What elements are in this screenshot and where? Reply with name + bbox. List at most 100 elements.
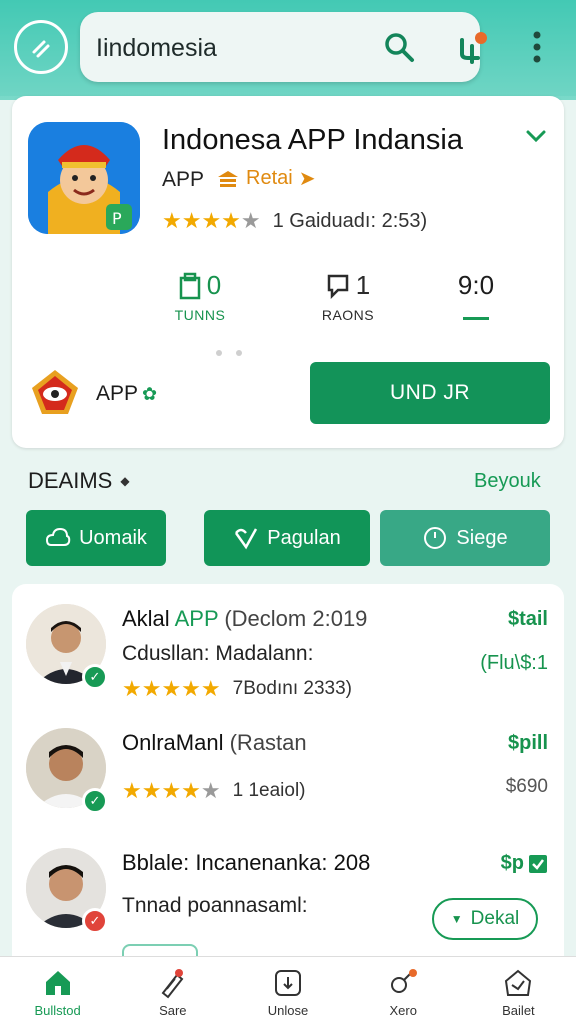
review-price: $pill	[507, 732, 548, 754]
key-icon	[391, 969, 418, 993]
stat-label: RAONS	[321, 307, 375, 323]
svg-text:P: P	[112, 209, 122, 228]
review-item[interactable]: ✓ Aklal APP (Declom 2:019 Cdusllan: Mada…	[12, 600, 564, 710]
voice-search-icon[interactable]	[454, 30, 490, 66]
stat-value: 1	[355, 270, 371, 300]
stat-value: 0	[206, 270, 222, 300]
home-icon	[45, 971, 70, 995]
rating-text: 1 Gaiduadı: 2:53)	[272, 209, 428, 232]
developer-name[interactable]: APP ✿	[96, 382, 157, 406]
search-box[interactable]: Iindomesia	[80, 12, 480, 82]
chip-pagulan[interactable]: Pagulan	[204, 510, 370, 566]
verified-badge-icon: ✓	[82, 788, 108, 814]
search-input[interactable]: Iindomesia	[96, 34, 217, 63]
nav-unlose[interactable]: Unlose	[230, 957, 345, 1024]
pager-dots	[216, 350, 242, 356]
review-subtitle: Tnnad poannasaml:	[122, 894, 308, 917]
retail-tag: Retai ➤	[216, 166, 315, 191]
reviewer-name: Bblale: Incanenanka: 208	[122, 850, 371, 875]
app-category: APP	[162, 168, 205, 191]
name-muted: (Rastan	[229, 730, 307, 755]
stat-age: 9:0	[438, 270, 514, 320]
clock-icon	[424, 527, 447, 549]
developer-logo-icon	[32, 370, 78, 414]
name-text: OnlraManl	[122, 730, 224, 755]
stat-underline	[463, 317, 489, 320]
review-price-secondary: $690	[505, 776, 548, 797]
chip-siege[interactable]: Siege	[380, 510, 550, 566]
app-card: P Indonesa APP Indansia APP Retai ➤ ★★★★…	[12, 96, 564, 448]
nav-bailet[interactable]: Bailet	[461, 957, 576, 1024]
section-link[interactable]: Beyouk	[474, 470, 541, 493]
nav-label: Unlose	[267, 1003, 309, 1018]
check-square-icon	[529, 854, 547, 873]
pen-icon	[161, 969, 184, 999]
developer-label: APP	[96, 382, 139, 405]
arrow-icon: ➤	[298, 168, 316, 190]
search-icon[interactable]	[382, 30, 416, 64]
clipboard-icon	[179, 272, 201, 299]
retail-label: Retai	[246, 167, 293, 189]
slash-menu-icon	[32, 40, 50, 58]
review-item[interactable]: ✓ OnlraManl (Rastan ★★★★★ 1 1eaiol) $pil…	[12, 724, 564, 824]
review-price: $p	[501, 852, 548, 875]
rating-stars: ★★★★★	[122, 778, 221, 803]
nav-home[interactable]: Bullstod	[0, 957, 115, 1024]
download-box-icon	[275, 970, 301, 996]
more-options-icon[interactable]	[532, 30, 542, 64]
name-muted: (Declom 2:019	[224, 606, 368, 631]
install-button[interactable]: UND JR	[310, 362, 550, 424]
heart-check-icon	[235, 528, 258, 550]
review-price: $tail	[507, 608, 548, 630]
chevron-down-icon[interactable]	[524, 126, 548, 146]
cloud-icon	[46, 527, 71, 546]
reviewer-name: Aklal APP (Declom 2:019	[122, 606, 367, 632]
nav-sare[interactable]: Sare	[115, 957, 230, 1024]
stat-value: 9:0	[457, 270, 495, 300]
app-icon[interactable]: P	[28, 122, 140, 234]
review-subtitle: Cdusllan: Madalann:	[122, 642, 314, 665]
name-accent: APP	[174, 606, 219, 631]
triangle-down-icon: ▼	[450, 912, 463, 926]
chip-label: Siege	[456, 526, 508, 549]
rating-stars: ★★★★★	[122, 676, 221, 701]
verified-gear-icon: ✿	[142, 383, 158, 404]
name-text: Aklal	[122, 606, 170, 631]
reviewer-name: OnlraManl (Rastan	[122, 730, 307, 756]
chip-label: Pagulan	[267, 526, 341, 549]
menu-button[interactable]	[14, 20, 68, 74]
stat-reviews: 1 RAONS	[310, 270, 386, 323]
nav-label: Bailet	[502, 1003, 535, 1018]
status-badge-icon: ✓	[82, 908, 108, 934]
section-title-text: DEAIMS	[28, 468, 113, 493]
review-icon	[327, 274, 349, 299]
nav-xero[interactable]: Xero	[346, 957, 461, 1024]
detail-label: Dekal	[470, 908, 520, 929]
stat-label: TUNNS	[174, 307, 226, 323]
nav-label: Sare	[159, 1003, 187, 1018]
reviews-list: ✓ Aklal APP (Declom 2:019 Cdusllan: Mada…	[12, 584, 564, 964]
review-price-secondary: (Flu\$:1	[480, 652, 548, 674]
section-title: DEAIMS ◆	[28, 468, 130, 494]
nav-label: Bullstod	[34, 1003, 81, 1018]
bullet-icon: ◆	[120, 474, 130, 488]
chip-label: Uomaik	[79, 526, 147, 549]
top-bar: Iindomesia	[0, 0, 576, 96]
price-text: $p	[500, 852, 524, 874]
rating-stars: ★★★★★	[162, 208, 261, 233]
chip-uomaik[interactable]: Uomaik	[26, 510, 166, 566]
bag-icon	[505, 969, 532, 996]
app-title: Indonesa APP Indansia	[162, 124, 463, 156]
storefront-icon	[218, 170, 238, 187]
rating-text: 7Bodını 2333)	[232, 678, 352, 699]
bottom-nav: Bullstod Sare Unlose Xero Bailet	[0, 956, 576, 1024]
rating-text: 1 1eaiol)	[232, 780, 306, 801]
review-rating: ★★★★★ 7Bodını 2333)	[122, 676, 352, 702]
stat-downloads: 0 TUNNS	[162, 270, 238, 323]
detail-button[interactable]: ▼ Dekal	[432, 898, 538, 940]
app-mascot-icon: P	[28, 122, 140, 234]
review-rating: ★★★★★ 1 1eaiol)	[122, 778, 306, 804]
app-rating: ★★★★★ 1 Gaiduadı: 2:53)	[162, 208, 427, 234]
nav-label: Xero	[389, 1003, 417, 1018]
verified-badge-icon: ✓	[82, 664, 108, 690]
